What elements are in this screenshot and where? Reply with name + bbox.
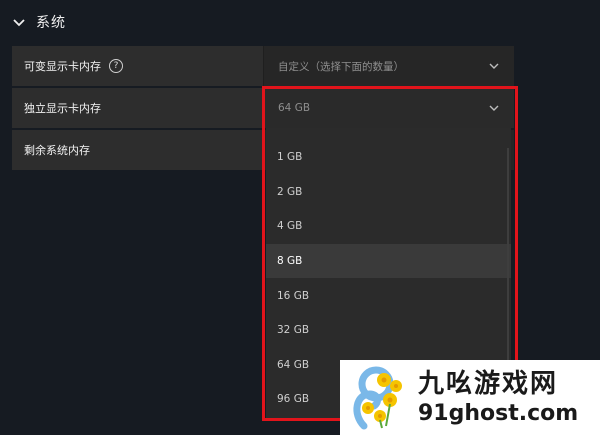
dropdown-option[interactable]: 2 GB bbox=[266, 175, 511, 210]
help-icon[interactable]: ? bbox=[109, 59, 123, 73]
dropdown-scrollbar[interactable] bbox=[507, 148, 509, 368]
row-label-text: 剩余系统内存 bbox=[24, 144, 90, 157]
row-variable-graphics-memory: 可变显示卡内存 ? 自定义（选择下面的数量） bbox=[12, 46, 514, 86]
row-dedicated-graphics-memory: 独立显示卡内存 64 GB bbox=[12, 88, 514, 128]
dropdown-option-hovered[interactable]: 8 GB bbox=[266, 243, 511, 279]
row-label: 可变显示卡内存 ? bbox=[12, 46, 263, 86]
watermark: 九吆游戏网 91ghost.com bbox=[340, 360, 600, 435]
row-label: 独立显示卡内存 bbox=[12, 88, 263, 128]
row-label-text: 独立显示卡内存 bbox=[24, 102, 101, 115]
dedicated-memory-select[interactable]: 64 GB bbox=[263, 88, 514, 128]
dropdown-option[interactable]: 1 GB bbox=[266, 140, 511, 175]
section-title: 系统 bbox=[36, 15, 66, 31]
variable-memory-select[interactable]: 自定义（选择下面的数量） bbox=[263, 46, 514, 86]
row-label-text: 可变显示卡内存 bbox=[24, 60, 101, 73]
watermark-name: 九吆游戏网 bbox=[418, 368, 559, 399]
chevron-down-icon bbox=[13, 19, 25, 27]
dropdown-option[interactable]: 4 GB bbox=[266, 209, 511, 244]
row-label: 剩余系统内存 bbox=[12, 130, 263, 170]
select-value: 64 GB bbox=[278, 102, 311, 114]
section-header-system[interactable]: 系统 bbox=[12, 10, 66, 34]
select-value: 自定义（选择下面的数量） bbox=[278, 60, 404, 73]
dropdown-option[interactable]: 16 GB bbox=[266, 278, 511, 313]
flower-logo-icon bbox=[353, 366, 402, 429]
chevron-down-icon bbox=[489, 105, 499, 111]
watermark-url: 91ghost.com bbox=[418, 400, 579, 426]
dropdown-option[interactable]: 32 GB bbox=[266, 313, 511, 348]
chevron-down-icon bbox=[489, 63, 499, 69]
settings-page: 系统 可变显示卡内存 ? 自定义（选择下面的数量） 独立显示卡内存 64 GB bbox=[0, 0, 600, 435]
dropdown-top-padding bbox=[266, 128, 511, 140]
watermark-text: 九吆游戏网 91ghost.com bbox=[418, 368, 578, 428]
